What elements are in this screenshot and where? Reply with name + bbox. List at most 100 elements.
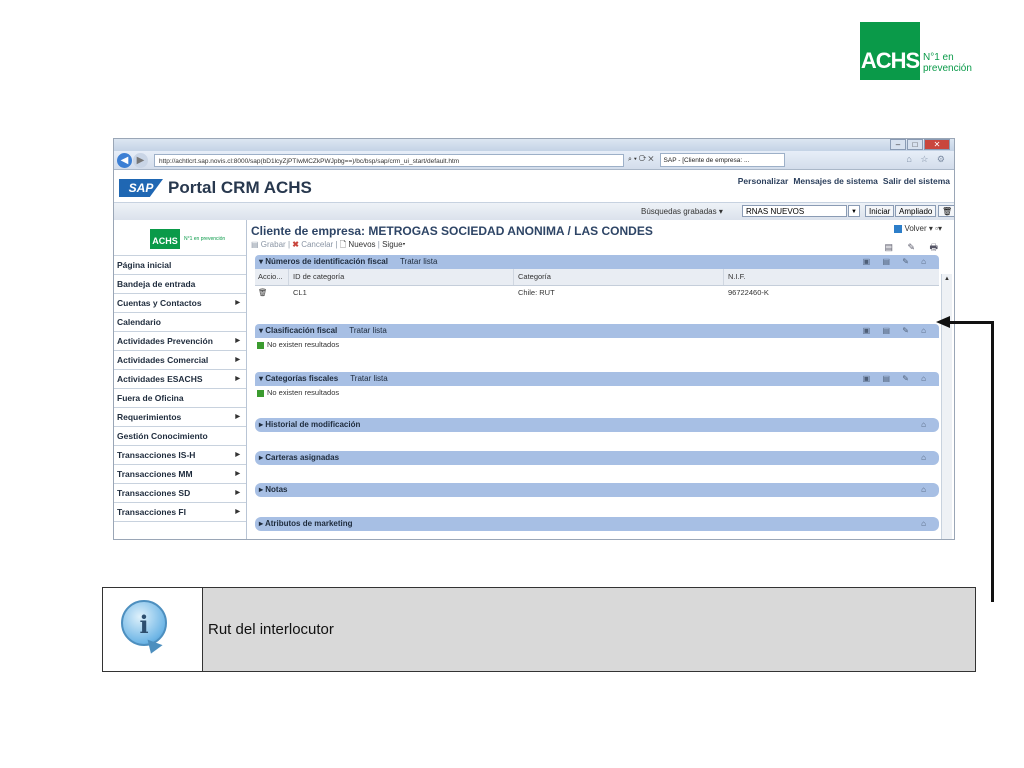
cell-id-categoria: CL1	[293, 288, 307, 297]
sidebar-item[interactable]: Fuera de Oficina	[114, 389, 246, 408]
sidebar-achs-logo: ACHS	[150, 229, 180, 249]
tratar-lista-link[interactable]: Tratar lista	[349, 326, 387, 335]
cell-nif: 96722460-K	[728, 288, 769, 297]
sidebar-item-label: Transacciones FI	[117, 507, 186, 517]
block-title: Atributos de marketing	[264, 519, 353, 528]
sigue-button[interactable]: Sigue▾	[382, 240, 405, 249]
no-results: No existen resultados	[255, 338, 939, 351]
nuevos-button[interactable]: Nuevos	[348, 240, 375, 249]
window-titlebar: – □ ✕	[114, 139, 954, 151]
block-title: Clasificación fiscal	[265, 326, 338, 335]
link-salir[interactable]: Salir del sistema	[883, 176, 950, 186]
cell-categoria: Chile: RUT	[518, 288, 555, 297]
chevron-down-icon[interactable]: ▼	[848, 205, 860, 217]
pin-icon[interactable]: ⌂	[921, 451, 931, 465]
block-header[interactable]: ▸ Carteras asignadas ⌂	[255, 451, 939, 465]
link-mensajes[interactable]: Mensajes de sistema	[793, 176, 878, 186]
col-nif[interactable]: N.I.F.	[724, 269, 939, 285]
browser-navbar: ◀ ▶ http://achtlcrt.sap.novis.cl:8000/sa…	[114, 151, 954, 170]
assignment-block-historial: ▸ Historial de modificación ⌂	[255, 418, 939, 432]
sidebar-item[interactable]: Bandeja de entrada	[114, 275, 246, 294]
ampliado-button[interactable]: Ampliado	[895, 205, 937, 217]
assignment-block-marketing: ▸ Atributos de marketing ⌂	[255, 517, 939, 531]
trash-icon[interactable]: 🗑	[255, 286, 289, 300]
note-text: Rut del interlocutor	[203, 588, 975, 671]
block-header[interactable]: ▾ Categorías fiscales Tratar lista ▣ ▤ ✎ ⌂	[255, 372, 939, 386]
forward-icon[interactable]: ▶	[133, 152, 148, 168]
sidebar-item[interactable]: Calendario	[114, 313, 246, 332]
block-header[interactable]: ▸ Notas ⌂	[255, 483, 939, 497]
col-categoria[interactable]: Categoría	[514, 269, 724, 285]
sidebar-item[interactable]: Transacciones FI ▶	[114, 503, 246, 522]
address-bar[interactable]: http://achtlcrt.sap.novis.cl:8000/sap(bD…	[154, 153, 624, 167]
note-box: i Rut del interlocutor	[102, 587, 976, 672]
tratar-lista-link[interactable]: Tratar lista	[400, 257, 438, 266]
sidebar-item[interactable]: Actividades Prevención ▶	[114, 332, 246, 351]
sidebar-item[interactable]: Actividades Comercial ▶	[114, 351, 246, 370]
close-icon[interactable]: ✕	[924, 139, 950, 150]
saved-search-select[interactable]: RNAS NUEVOS	[742, 205, 847, 217]
block-icons[interactable]: ▣ ▤ ✎ ⌂	[863, 324, 931, 338]
saved-searches-label[interactable]: Búsquedas grabadas ▾	[641, 207, 723, 216]
sidebar-item[interactable]: Transacciones MM ▶	[114, 465, 246, 484]
sidebar-item[interactable]: Transacciones SD ▶	[114, 484, 246, 503]
sidebar-item[interactable]: Gestión Conocimiento	[114, 427, 246, 446]
sidebar-item[interactable]: Cuentas y Contactos ▶	[114, 294, 246, 313]
sidebar-item-label: Actividades ESACHS	[117, 374, 203, 384]
achs-logo-tagline: N°1 en prevención	[923, 52, 972, 80]
iniciar-button[interactable]: Iniciar	[865, 205, 895, 217]
sap-browser-window: – □ ✕ ◀ ▶ http://achtlcrt.sap.novis.cl:8…	[113, 138, 955, 540]
volver-button[interactable]: Volver ▾ ▫▾	[894, 224, 942, 233]
block-header[interactable]: ▸ Atributos de marketing ⌂	[255, 517, 939, 531]
minimize-icon[interactable]: –	[890, 139, 906, 150]
sidebar-item[interactable]: Requerimientos ▶	[114, 408, 246, 427]
tratar-lista-link[interactable]: Tratar lista	[350, 374, 388, 383]
toolbar-right-icons[interactable]: ▤ ✎ 🖶	[884, 240, 944, 256]
achs-logo-box: ACHS	[860, 22, 920, 80]
grabar-button[interactable]: Grabar	[261, 240, 286, 249]
block-title: Carteras asignadas	[265, 453, 340, 462]
ok-icon	[257, 341, 264, 349]
chevron-right-icon: ▶	[235, 376, 240, 382]
block-header[interactable]: ▾ Clasificación fiscal Tratar lista ▣ ▤ ✎ …	[255, 324, 939, 338]
block-title: Números de identificación fiscal	[265, 257, 388, 266]
vertical-scrollbar[interactable]: ▲	[941, 274, 952, 539]
cancelar-button[interactable]: Cancelar	[301, 240, 333, 249]
back-icon[interactable]: ◀	[117, 152, 132, 168]
table-row[interactable]: 🗑 CL1 Chile: RUT 96722460-K	[255, 286, 939, 300]
table-header: Accio... ID de categoría Categoría N.I.F…	[255, 269, 939, 286]
pin-icon[interactable]: ⌂	[921, 517, 931, 531]
col-id-categoria[interactable]: ID de categoría	[289, 269, 514, 285]
sidebar-item[interactable]: Página inicial	[114, 256, 246, 275]
save-icon: ▤	[251, 240, 259, 249]
block-title: Historial de modificación	[265, 420, 361, 429]
assignment-block-notas: ▸ Notas ⌂	[255, 483, 939, 497]
address-controls-icon[interactable]: ⌕ ▾ ⟳ ✕	[628, 156, 654, 164]
trash-icon[interactable]: 🗑	[938, 205, 954, 217]
sidebar-item[interactable]: Transacciones IS-H ▶	[114, 446, 246, 465]
sidebar-item[interactable]: Actividades ESACHS ▶	[114, 370, 246, 389]
sidebar-item-label: Fuera de Oficina	[117, 393, 184, 403]
page-title: Cliente de empresa: METROGAS SOCIEDAD AN…	[251, 224, 653, 238]
browser-toolbar-icons[interactable]: ⌂ ☆ ⚙	[906, 154, 948, 165]
sidebar-item-label: Actividades Comercial	[117, 355, 209, 365]
scroll-up-icon[interactable]: ▲	[942, 274, 952, 284]
sidebar-menu: Página inicial Bandeja de entrada Cuentas …	[114, 256, 246, 522]
pin-icon[interactable]: ⌂	[921, 418, 931, 432]
block-header[interactable]: ▸ Historial de modificación ⌂	[255, 418, 939, 432]
browser-tab[interactable]: SAP - [Cliente de empresa: ...	[659, 153, 785, 167]
block-icons[interactable]: ▣ ▤ ✎ ⌂	[863, 372, 931, 386]
sidebar-item-label: Transacciones IS-H	[117, 450, 196, 460]
new-document-icon: 🗋	[339, 240, 347, 249]
navigation-sidebar: ACHS N°1 en prevención Página inicial Ban…	[114, 220, 247, 539]
block-header[interactable]: ▾ Números de identificación fiscal Tratar…	[255, 255, 939, 269]
portal-header: SAP Portal CRM ACHS Personalizar Mensaje…	[114, 170, 954, 203]
maximize-icon[interactable]: □	[907, 139, 923, 150]
pin-icon[interactable]: ⌂	[921, 483, 931, 497]
chevron-right-icon: ▶	[235, 414, 240, 420]
link-personalizar[interactable]: Personalizar	[738, 176, 789, 186]
col-acciones[interactable]: Accio...	[255, 269, 289, 285]
main-content: Cliente de empresa: METROGAS SOCIEDAD AN…	[247, 220, 954, 539]
chevron-right-icon: ▶	[235, 338, 240, 344]
block-icons[interactable]: ▣ ▤ ✎ ⌂	[863, 255, 931, 269]
